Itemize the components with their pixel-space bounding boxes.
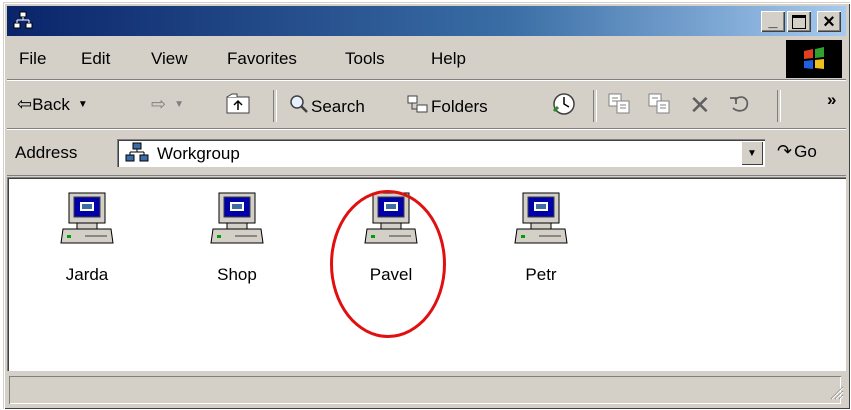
- maximize-button[interactable]: [787, 11, 811, 32]
- computer-label: Jarda: [65, 265, 109, 284]
- title-bar[interactable]: _ ×: [7, 6, 846, 36]
- computer-item-shop[interactable]: Shop: [187, 191, 287, 285]
- status-bar: [7, 373, 846, 407]
- close-button[interactable]: ×: [817, 11, 841, 32]
- menu-view[interactable]: View: [151, 49, 188, 69]
- computer-icon: [37, 191, 137, 251]
- undo-icon: [727, 92, 753, 121]
- history-button[interactable]: [551, 91, 577, 122]
- computer-icon: [187, 191, 287, 251]
- maximize-icon: [792, 14, 806, 29]
- copy-to-icon: [647, 92, 673, 121]
- move-to-button[interactable]: [607, 92, 633, 121]
- computer-item-petr[interactable]: Petr: [491, 191, 591, 285]
- minimize-button[interactable]: _: [761, 11, 785, 32]
- go-button[interactable]: ↷ Go: [777, 141, 817, 162]
- address-bar: Address Workgroup ▼ ↷ Go: [7, 131, 846, 176]
- menu-file[interactable]: File: [19, 49, 46, 69]
- toolbar-separator: [273, 90, 277, 122]
- toolbar-separator: [593, 90, 597, 122]
- undo-button[interactable]: [727, 92, 753, 121]
- toolbar-overflow-button[interactable]: »: [827, 90, 836, 110]
- history-icon: [551, 91, 577, 122]
- search-label: Search: [311, 96, 365, 116]
- address-dropdown-button[interactable]: ▼: [741, 141, 763, 165]
- forward-arrow-icon: ⇨: [151, 94, 167, 114]
- delete-icon: ✕: [689, 90, 711, 120]
- computer-label: Petr: [525, 265, 557, 284]
- go-label: Go: [794, 141, 817, 161]
- chevron-down-icon: ▼: [747, 147, 757, 159]
- computer-item-jarda[interactable]: Jarda: [37, 191, 137, 285]
- toolbar-separator: [777, 90, 781, 122]
- windows-logo-icon: [786, 40, 842, 78]
- go-arrow-icon: ↷: [777, 141, 793, 161]
- explorer-window: _ × File Edit View Favorites Tools Help …: [3, 2, 850, 409]
- menu-tools[interactable]: Tools: [345, 49, 385, 69]
- folders-icon: [407, 94, 429, 119]
- chevron-down-icon: ▼: [77, 99, 88, 110]
- search-button[interactable]: Search: [289, 94, 365, 119]
- delete-button[interactable]: ✕: [689, 90, 711, 121]
- up-folder-icon: [225, 92, 251, 121]
- standard-toolbar: ⇦ Back ▼ ⇨ ▼ Search Folders ✕ »: [7, 82, 846, 129]
- copy-to-button[interactable]: [647, 92, 673, 121]
- address-value: Workgroup: [157, 144, 240, 163]
- status-panel: [9, 376, 841, 404]
- menu-edit[interactable]: Edit: [81, 49, 110, 69]
- forward-button[interactable]: ⇨ ▼: [151, 94, 184, 115]
- folders-button[interactable]: Folders: [407, 94, 488, 119]
- resize-grip-icon[interactable]: [830, 385, 844, 405]
- menu-bar: File Edit View Favorites Tools Help: [7, 39, 846, 80]
- back-arrow-icon: ⇦: [17, 94, 33, 114]
- back-label: Back: [32, 94, 70, 114]
- chevron-double-right-icon: »: [827, 90, 837, 109]
- menu-favorites[interactable]: Favorites: [227, 49, 297, 69]
- computer-icon: [491, 191, 591, 251]
- workgroup-icon: [125, 142, 149, 169]
- search-icon: [289, 94, 309, 119]
- folders-label: Folders: [431, 96, 488, 116]
- highlight-circle: [330, 190, 446, 338]
- move-to-icon: [607, 92, 633, 121]
- back-button[interactable]: ⇦ Back ▼: [17, 94, 88, 115]
- address-label: Address: [15, 143, 78, 162]
- network-icon: [13, 11, 33, 36]
- close-icon: ×: [823, 10, 835, 33]
- chevron-down-icon: ▼: [174, 99, 184, 110]
- up-folder-button[interactable]: [225, 92, 251, 121]
- address-input[interactable]: Workgroup ▼: [117, 139, 765, 167]
- computer-label: Shop: [217, 265, 257, 284]
- menu-help[interactable]: Help: [431, 49, 466, 69]
- minimize-icon: _: [768, 12, 778, 30]
